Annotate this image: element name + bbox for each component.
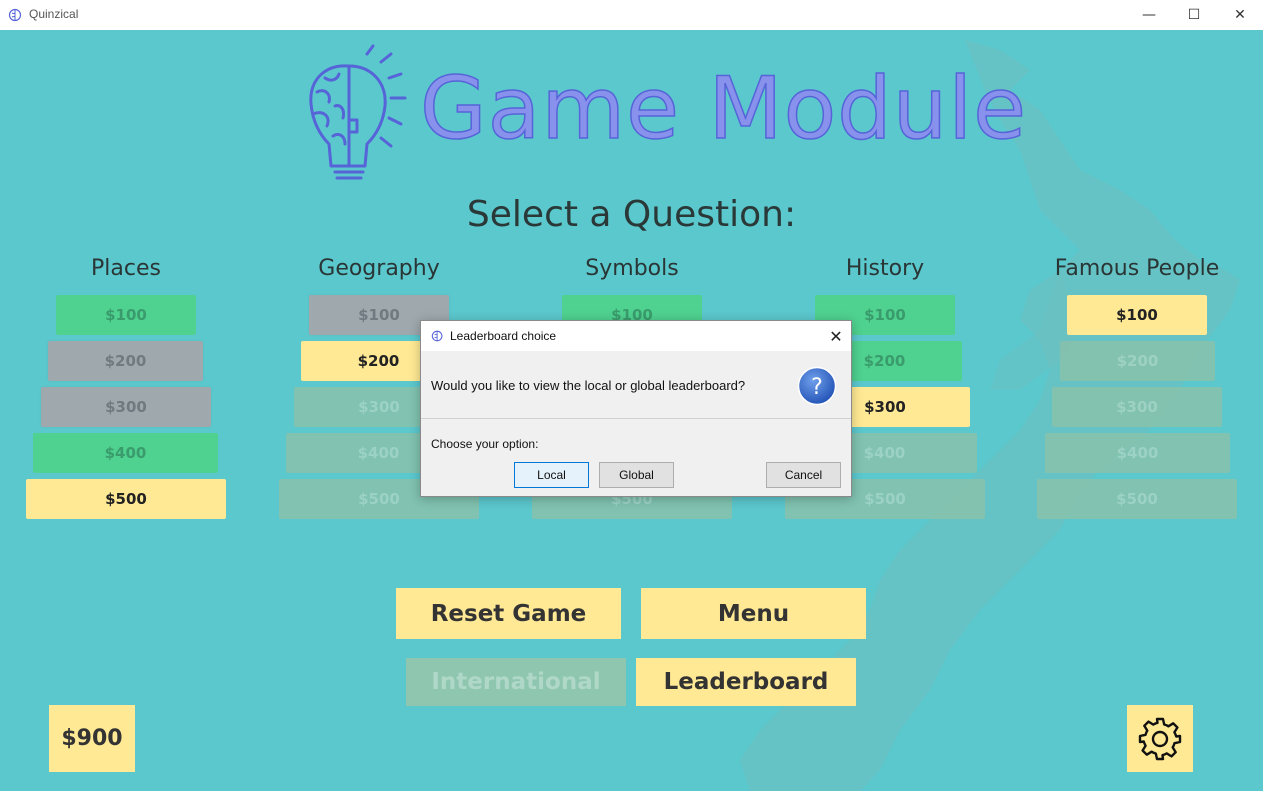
app-brain-icon [8, 8, 22, 22]
dialog-body: Would you like to view the local or glob… [421, 351, 851, 496]
minimize-button[interactable]: — [1126, 0, 1172, 30]
brain-lightbulb-logo-icon [309, 44, 407, 180]
question-icon: ? [797, 366, 837, 406]
maximize-button[interactable]: ☐ [1171, 0, 1217, 30]
category-title-places: Places [91, 256, 161, 281]
leaderboard-button[interactable]: Leaderboard [636, 658, 856, 706]
gear-icon [1138, 717, 1182, 760]
reset-game-button[interactable]: Reset Game [396, 588, 621, 639]
cancel-button[interactable]: Cancel [766, 462, 841, 488]
category-title-symbols: Symbols [585, 256, 679, 281]
window-titlebar: Quinzical — ☐ ✕ [0, 0, 1263, 30]
page-title: Game Module [419, 59, 1028, 159]
international-button[interactable]: International [406, 658, 626, 706]
question-button-places-500[interactable]: $500 [26, 479, 226, 519]
question-button-places-200[interactable]: $200 [48, 341, 203, 381]
question-button-places-100[interactable]: $100 [56, 295, 196, 335]
select-question-heading: Select a Question: [466, 194, 797, 235]
dialog-message: Would you like to view the local or glob… [431, 378, 746, 393]
dialog-close-button[interactable]: ✕ [823, 323, 849, 349]
question-button-famous-people-200[interactable]: $200 [1060, 341, 1215, 381]
dialog-prompt: Choose your option: [431, 437, 539, 451]
local-button[interactable]: Local [514, 462, 589, 488]
category-title-famous-people: Famous People [1054, 256, 1220, 281]
question-button-famous-people-100[interactable]: $100 [1067, 295, 1207, 335]
leaderboard-choice-dialog: Leaderboard choice ✕ Would you like to v… [420, 320, 852, 497]
menu-button[interactable]: Menu [641, 588, 866, 639]
dialog-separator [421, 418, 851, 419]
dialog-title: Leaderboard choice [450, 329, 557, 343]
category-title-geography: Geography [318, 256, 440, 281]
dialog-titlebar: Leaderboard choice ✕ [421, 321, 851, 351]
category-title-history: History [845, 256, 925, 281]
settings-button[interactable] [1127, 705, 1193, 772]
question-button-places-300[interactable]: $300 [41, 387, 211, 427]
app-brain-icon [431, 330, 443, 342]
question-button-famous-people-500[interactable]: $500 [1037, 479, 1237, 519]
winnings-display: $900 [49, 705, 135, 772]
question-button-famous-people-300[interactable]: $300 [1052, 387, 1222, 427]
question-button-famous-people-400[interactable]: $400 [1045, 433, 1230, 473]
question-button-places-400[interactable]: $400 [33, 433, 218, 473]
window-close-button[interactable]: ✕ [1217, 0, 1263, 30]
global-button[interactable]: Global [599, 462, 674, 488]
svg-text:?: ? [811, 375, 823, 400]
window-title: Quinzical [29, 7, 79, 21]
